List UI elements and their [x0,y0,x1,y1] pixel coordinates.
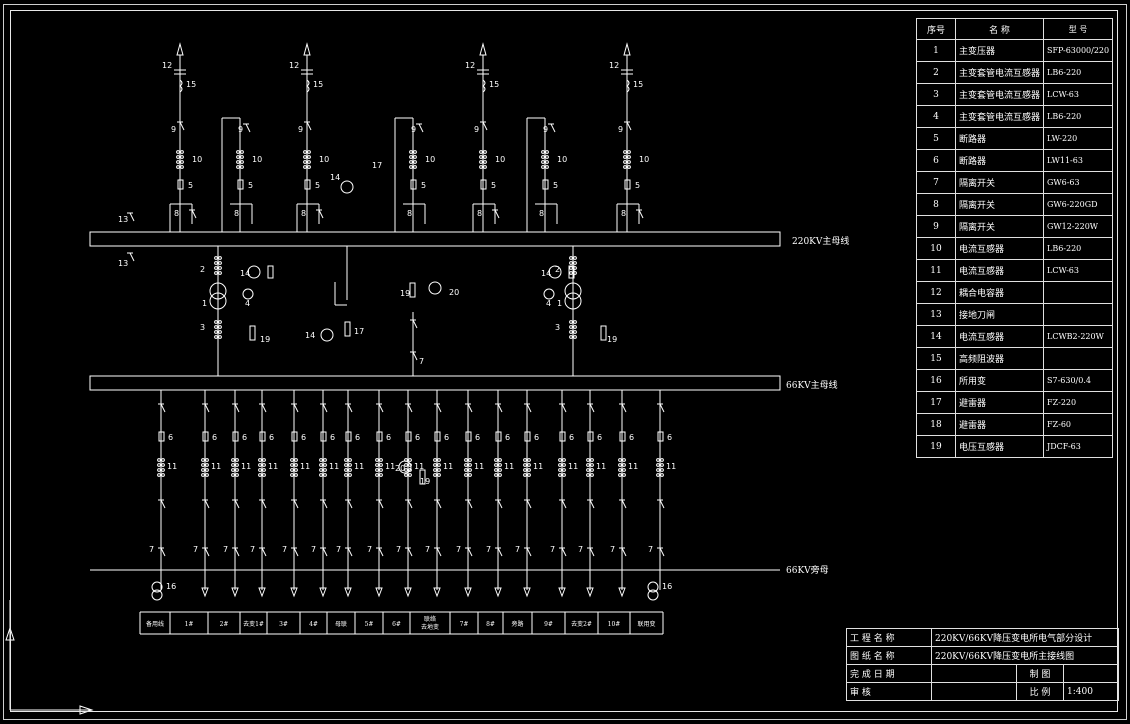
legend-model: LB6-220 [1043,61,1114,84]
legend-row: 17 避雷器 FZ-220 [916,391,1114,414]
legend-index: 19 [916,435,956,458]
legend-model [1043,303,1114,326]
legend-index: 6 [916,149,956,172]
legend-model: LB6-220 [1043,237,1114,260]
legend-name: 主变套管电流互感器 [954,105,1045,128]
legend-index: 10 [916,237,956,260]
title-block: 工 程 名 称 220KV/66KV降压变电所电气部分设计 图 纸 名 称 22… [846,628,1119,701]
legend-index: 15 [916,347,956,370]
legend-name: 所用变 [954,369,1045,392]
legend-row: 12 耦合电容器 [916,281,1114,304]
legend-row: 19 电压互感器 JDCF-63 [916,435,1114,458]
legend-model: JDCF-63 [1043,435,1114,458]
legend-name: 电流互感器 [954,237,1045,260]
legend-row: 13 接地刀闸 [916,303,1114,326]
legend-index: 1 [916,39,956,62]
legend-model: LB6-220 [1043,105,1114,128]
legend-header-row: 序号 名 称 型 号 [916,18,1114,40]
legend-name: 断路器 [954,127,1045,150]
legend-header-model: 型 号 [1043,18,1114,40]
legend-model: GW6-220GD [1043,193,1114,216]
legend-name: 主变套管电流互感器 [954,61,1045,84]
drawing-value: 220KV/66KV降压变电所主接线图 [931,646,1119,665]
review-value [931,682,1017,701]
legend-row: 2 主变套管电流互感器 LB6-220 [916,61,1114,84]
legend-model: LCW-63 [1043,83,1114,106]
legend-name: 耦合电容器 [954,281,1045,304]
legend-row: 11 电流互感器 LCW-63 [916,259,1114,282]
legend-model: FZ-60 [1043,413,1114,436]
legend-name: 隔离开关 [954,215,1045,238]
legend-index: 18 [916,413,956,436]
drawn-value [1063,664,1119,683]
legend-index: 5 [916,127,956,150]
legend-index: 4 [916,105,956,128]
legend-row: 9 隔离开关 GW12-220W [916,215,1114,238]
legend-name: 电流互感器 [954,325,1045,348]
legend-index: 12 [916,281,956,304]
legend-row: 18 避雷器 FZ-60 [916,413,1114,436]
legend-name: 接地刀闸 [954,303,1045,326]
legend-name: 主变压器 [954,39,1045,62]
legend-name: 电压互感器 [954,435,1045,458]
legend-row: 1 主变压器 SFP-63000/220 [916,39,1114,62]
scale-label: 比 例 [1016,682,1064,701]
legend-index: 13 [916,303,956,326]
legend-row: 10 电流互感器 LB6-220 [916,237,1114,260]
legend-index: 16 [916,369,956,392]
legend-header-name: 名 称 [954,18,1045,40]
scale-value: 1:400 [1063,682,1119,701]
legend-row: 3 主变套管电流互感器 LCW-63 [916,83,1114,106]
date-label: 完 成 日 期 [846,664,932,683]
legend-model [1043,281,1114,304]
legend-row: 8 隔离开关 GW6-220GD [916,193,1114,216]
legend-model: LCWB2-220W [1043,325,1114,348]
legend-row: 15 高频阻波器 [916,347,1114,370]
legend-row: 16 所用变 S7-630/0.4 [916,369,1114,392]
legend-name: 避雷器 [954,391,1045,414]
legend-model: SFP-63000/220 [1043,39,1114,62]
legend-index: 9 [916,215,956,238]
legend-model: LW-220 [1043,127,1114,150]
legend-model: GW12-220W [1043,215,1114,238]
legend-model: GW6-63 [1043,171,1114,194]
legend-row: 7 隔离开关 GW6-63 [916,171,1114,194]
legend-model [1043,347,1114,370]
legend-table: 序号 名 称 型 号 1 主变压器 SFP-63000/220 2 主变套管电流互感器 L… [916,18,1114,458]
project-value: 220KV/66KV降压变电所电气部分设计 [931,628,1119,647]
review-label: 审 核 [846,682,932,701]
legend-name: 隔离开关 [954,171,1045,194]
drawn-label: 制 图 [1016,664,1064,683]
legend-name: 主变套管电流互感器 [954,83,1045,106]
legend-model: LW11-63 [1043,149,1114,172]
legend-row: 14 电流互感器 LCWB2-220W [916,325,1114,348]
legend-index: 17 [916,391,956,414]
legend-name: 避雷器 [954,413,1045,436]
legend-row: 4 主变套管电流互感器 LB6-220 [916,105,1114,128]
legend-model: FZ-220 [1043,391,1114,414]
legend-index: 7 [916,171,956,194]
legend-name: 电流互感器 [954,259,1045,282]
legend-header-index: 序号 [916,18,956,40]
legend-name: 隔离开关 [954,193,1045,216]
legend-index: 14 [916,325,956,348]
legend-model: LCW-63 [1043,259,1114,282]
legend-index: 11 [916,259,956,282]
legend-name: 高频阻波器 [954,347,1045,370]
legend-index: 2 [916,61,956,84]
legend-row: 5 断路器 LW-220 [916,127,1114,150]
legend-name: 断路器 [954,149,1045,172]
legend-model: S7-630/0.4 [1043,369,1114,392]
legend-row: 6 断路器 LW11-63 [916,149,1114,172]
project-label: 工 程 名 称 [846,628,932,647]
date-value [931,664,1017,683]
legend-index: 8 [916,193,956,216]
legend-index: 3 [916,83,956,106]
drawing-label: 图 纸 名 称 [846,646,932,665]
